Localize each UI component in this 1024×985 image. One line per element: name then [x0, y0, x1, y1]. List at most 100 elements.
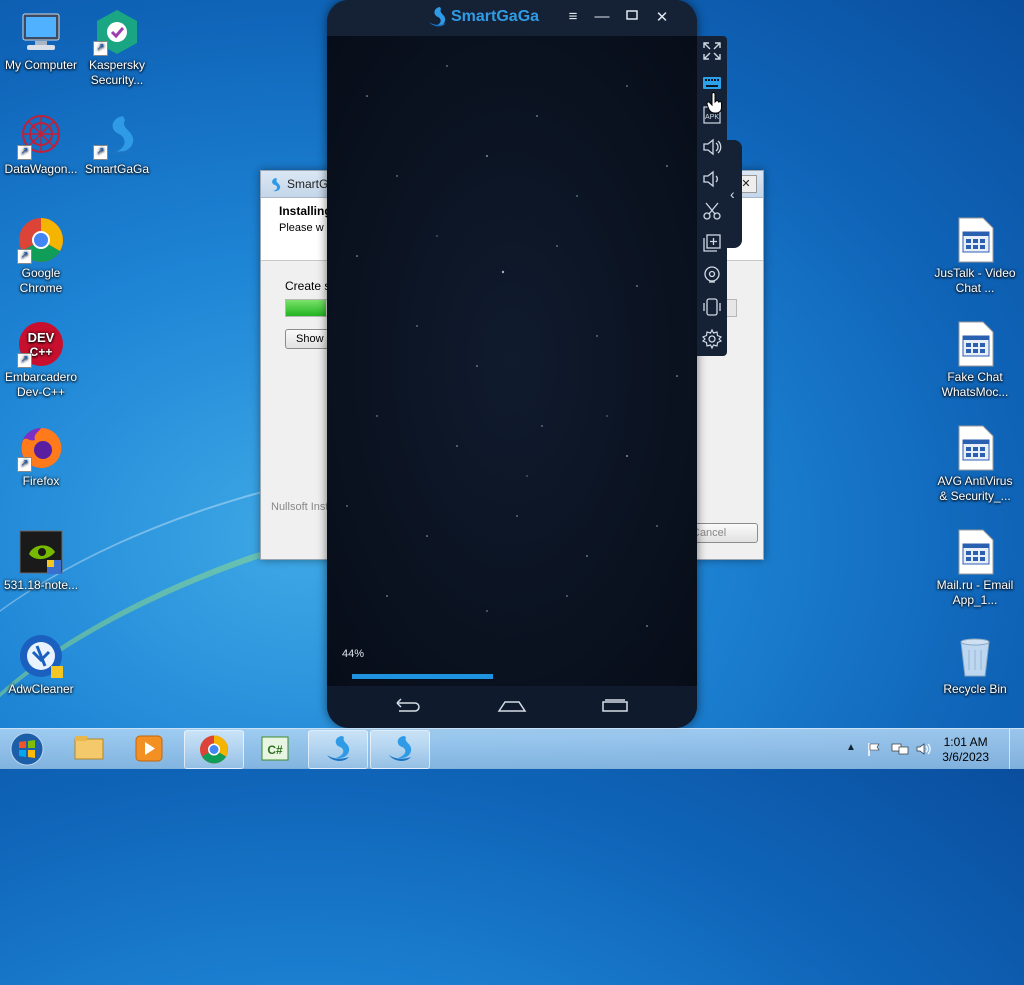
clock-date: 3/6/2023 — [942, 750, 989, 764]
kaspersky-icon: ↗ — [93, 8, 141, 56]
taskbar-media-player[interactable] — [120, 730, 178, 767]
taskbar-smartgaga-installer[interactable] — [308, 730, 368, 769]
datawagon-icon: ↗ — [17, 112, 65, 160]
shortcut-arrow-icon: ↗ — [17, 353, 32, 368]
shortcut-arrow-icon: ↗ — [17, 457, 32, 472]
taskbar-chrome[interactable] — [184, 730, 244, 769]
desktop-icon-label: AVG AntiVirus & Security_... — [937, 474, 1013, 503]
desktop-icon-label: DataWagon... — [4, 162, 78, 176]
desktop-icon-label: JusTalk - Video Chat ... — [934, 266, 1016, 295]
volume-up-icon[interactable] — [701, 136, 723, 158]
taskbar-clock[interactable]: 1:01 AM 3/6/2023 — [942, 735, 989, 765]
svg-text:C#: C# — [267, 743, 283, 757]
desktop-icon-justalk[interactable]: JusTalk - Video Chat ... — [934, 216, 1016, 296]
desktop-icon-avg-antivirus[interactable]: AVG AntiVirus & Security_... — [934, 424, 1016, 504]
emulator-screen[interactable]: 44% — [327, 36, 697, 686]
location-icon[interactable] — [701, 264, 723, 286]
emulator-titlebar[interactable]: SmartGaGa ≡ — ✕ — [327, 0, 697, 36]
action-center-flag-icon[interactable] — [866, 741, 882, 760]
app-file-icon — [951, 216, 999, 264]
menu-icon[interactable]: ≡ — [562, 8, 584, 28]
loading-progress-bar — [352, 674, 672, 679]
hand-cursor-icon — [706, 92, 724, 117]
tray-expand-icon[interactable]: ▲ — [846, 742, 856, 753]
show-desktop-button[interactable] — [1009, 729, 1024, 769]
desktop-icon-label: Fake Chat WhatsMoc... — [941, 370, 1009, 399]
shake-icon[interactable] — [701, 296, 723, 318]
desktop-icon-mail-ru[interactable]: Mail.ru - Email App_1... — [934, 528, 1016, 608]
loading-progress-fill — [352, 674, 493, 679]
app-file-icon — [951, 320, 999, 368]
taskbar-csharp-app[interactable]: C# — [246, 730, 304, 767]
maximize-icon[interactable] — [621, 8, 643, 28]
start-button[interactable] — [4, 731, 50, 767]
taskbar-explorer[interactable] — [60, 730, 118, 767]
desktop-icon-label: Google Chrome — [19, 266, 63, 295]
smartgaga-small-icon — [266, 176, 282, 202]
taskbar-smartgaga[interactable] — [370, 730, 430, 769]
desktop-icon-datawagon[interactable]: ↗ DataWagon... — [0, 112, 82, 177]
desktop-icon-label: Embarcadero Dev-C++ — [4, 370, 78, 399]
nvidia-icon — [17, 528, 65, 576]
shortcut-arrow-icon: ↗ — [93, 145, 108, 160]
firefox-icon: ↗ — [17, 424, 65, 472]
desktop-icon-label: AdwCleaner — [8, 682, 74, 696]
clock-time: 1:01 AM — [943, 735, 988, 749]
shortcut-arrow-icon: ↗ — [17, 145, 32, 160]
emulator-side-toolbar: APK — [697, 36, 727, 356]
minimize-icon[interactable]: — — [591, 8, 613, 28]
svg-text:C++: C++ — [30, 345, 53, 359]
network-icon[interactable] — [891, 741, 909, 760]
taskbar: C# ▲ 1:01 AM 3/6/2023 — [0, 728, 1024, 769]
desktop-icon-kaspersky[interactable]: ↗ Kaspersky Security... — [76, 8, 158, 88]
screenshot-scissors-icon[interactable] — [701, 200, 723, 222]
chevron-left-icon: ‹ — [730, 186, 735, 202]
recent-apps-icon[interactable] — [601, 698, 629, 717]
desktop-icon-recycle-bin[interactable]: Recycle Bin — [934, 632, 1016, 697]
adwcleaner-icon — [17, 632, 65, 680]
installer-progress-fill — [286, 300, 326, 316]
desktop-icon-label: SmartGaGa — [84, 162, 150, 176]
desktop-icon-my-computer[interactable]: My Computer — [0, 8, 82, 73]
fullscreen-icon[interactable] — [701, 40, 723, 62]
emulator-window[interactable]: SmartGaGa ≡ — ✕ 44% — [327, 0, 697, 728]
shortcut-arrow-icon: ↗ — [93, 41, 108, 56]
shortcut-arrow-icon: ↗ — [17, 249, 32, 264]
desktop-icon-label: Recycle Bin — [943, 682, 1007, 696]
desktop-icon-label: Firefox — [22, 474, 60, 488]
svg-text:DEV: DEV — [28, 330, 55, 345]
volume-icon[interactable] — [915, 741, 933, 760]
home-icon[interactable] — [497, 698, 527, 717]
chrome-icon: ↗ — [17, 216, 65, 264]
desktop-icon-firefox[interactable]: ↗ Firefox — [0, 424, 82, 489]
smartgaga-logo-icon — [427, 6, 447, 31]
volume-down-icon[interactable] — [701, 168, 723, 190]
toolbar-collapse-tab[interactable]: ‹ — [727, 140, 742, 248]
settings-gear-icon[interactable] — [701, 328, 723, 350]
loading-percent: 44% — [342, 648, 365, 660]
desktop-icon-smartgaga[interactable]: ↗ SmartGaGa — [76, 112, 158, 177]
devcpp-icon: DEV C++ ↗ — [17, 320, 65, 368]
recycle-bin-icon — [951, 632, 999, 680]
desktop-icon-fake-chat[interactable]: Fake Chat WhatsMoc... — [934, 320, 1016, 400]
emulator-brand: SmartGaGa — [451, 8, 540, 25]
computer-icon — [17, 8, 65, 56]
keyboard-icon[interactable] — [701, 72, 723, 94]
back-icon[interactable] — [393, 698, 421, 717]
desktop-icon-adwcleaner[interactable]: AdwCleaner — [0, 632, 82, 697]
smartgaga-icon: ↗ — [93, 112, 141, 160]
installer-footer: Nullsoft Inst — [271, 501, 329, 513]
android-nav-bar — [327, 686, 697, 728]
desktop-icon-nvidia-installer[interactable]: 531.18-note... — [0, 528, 82, 593]
desktop-icon-label: 531.18-note... — [3, 578, 79, 592]
desktop-icon-label: My Computer — [4, 58, 78, 72]
app-file-icon — [951, 528, 999, 576]
app-file-icon — [951, 424, 999, 472]
starfield-background — [346, 65, 678, 627]
desktop-icon-devcpp[interactable]: DEV C++ ↗ Embarcadero Dev-C++ — [0, 320, 82, 400]
desktop-icon-label: Mail.ru - Email App_1... — [936, 578, 1014, 607]
multi-instance-icon[interactable] — [701, 232, 723, 254]
desktop-icon-google-chrome[interactable]: ↗ Google Chrome — [0, 216, 82, 296]
desktop-icon-label: Kaspersky Security... — [88, 58, 146, 87]
close-icon[interactable]: ✕ — [651, 8, 673, 28]
